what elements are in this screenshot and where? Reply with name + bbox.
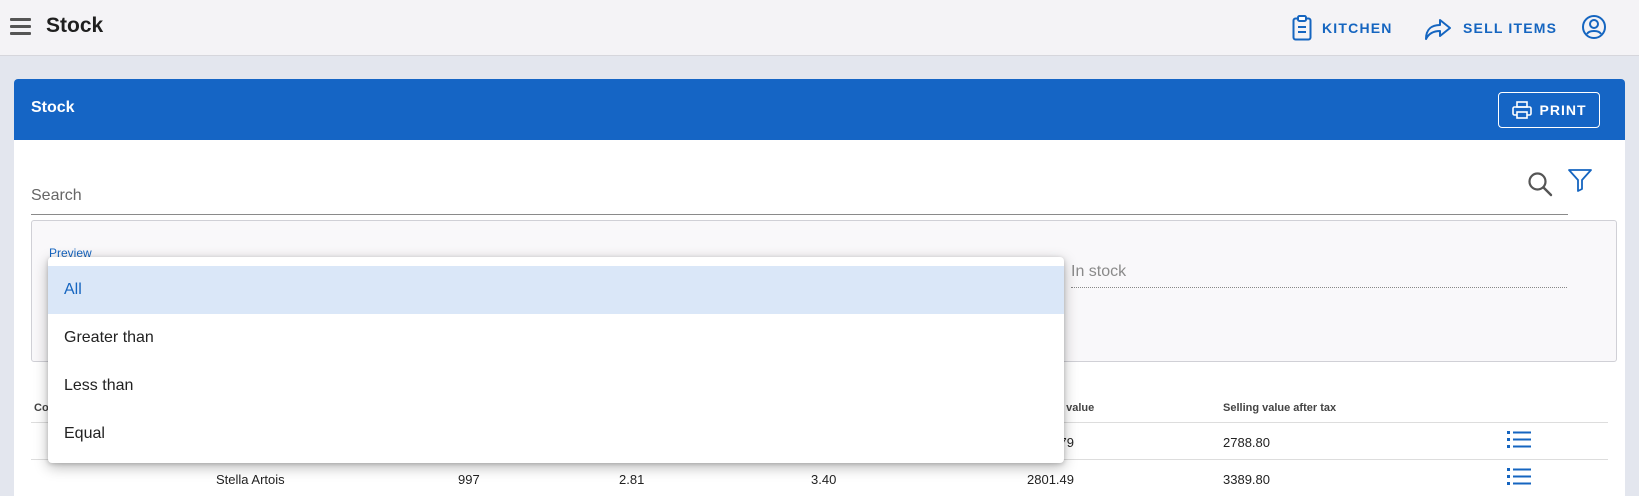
in-stock-placeholder: In stock <box>1071 263 1127 280</box>
cell-price: 3.40 <box>811 472 837 487</box>
menu-item-equal[interactable]: Equal <box>48 410 1064 458</box>
search-field <box>31 178 1568 215</box>
table-row[interactable]: Stella Artois 997 2.81 3.40 2801.49 3389… <box>31 460 1608 496</box>
cell-selling-value-after-tax: 3389.80 <box>1223 472 1270 487</box>
cell-name: Stella Artois <box>216 472 285 487</box>
card-title: Stock <box>31 99 75 116</box>
menu-item-all[interactable]: All <box>48 266 1064 314</box>
menu-icon[interactable] <box>9 15 33 39</box>
app-bar: Stock KITCHEN SELL ITEMS <box>0 0 1639 56</box>
kitchen-label: KITCHEN <box>1322 20 1393 36</box>
column-header-code: Co <box>34 402 49 414</box>
cell-selling-value-after-tax: 2788.80 <box>1223 435 1270 450</box>
cell-quantity: 997 <box>458 472 480 487</box>
list-icon[interactable] <box>1507 466 1531 488</box>
menu-item-less-than[interactable]: Less than <box>48 362 1064 410</box>
print-button[interactable]: PRINT <box>1498 92 1600 128</box>
cell-cost: 2.81 <box>619 472 645 487</box>
print-label: PRINT <box>1539 102 1587 118</box>
sell-items-button[interactable]: SELL ITEMS <box>1423 12 1557 44</box>
filter-icon[interactable] <box>1567 167 1593 193</box>
search-icon[interactable] <box>1527 171 1553 197</box>
in-stock-field[interactable]: In stock <box>1071 260 1567 288</box>
column-header-selling-value-after-tax: Selling value after tax <box>1223 402 1337 414</box>
search-input[interactable] <box>31 182 1511 210</box>
card-header: Stock PRINT <box>14 79 1625 140</box>
menu-item-greater-than[interactable]: Greater than <box>48 314 1064 362</box>
share-arrow-icon <box>1425 19 1451 40</box>
sell-items-label: SELL ITEMS <box>1463 20 1558 36</box>
page-title: Stock <box>46 14 104 37</box>
printer-icon <box>1511 101 1532 119</box>
list-icon[interactable] <box>1507 429 1531 451</box>
kitchen-button[interactable]: KITCHEN <box>1292 12 1393 44</box>
cell-selling-value: 2801.49 <box>1027 472 1074 487</box>
clipboard-icon <box>1292 15 1312 41</box>
account-circle-icon[interactable] <box>1581 14 1607 40</box>
preview-dropdown-menu: All Greater than Less than Equal <box>48 257 1064 463</box>
